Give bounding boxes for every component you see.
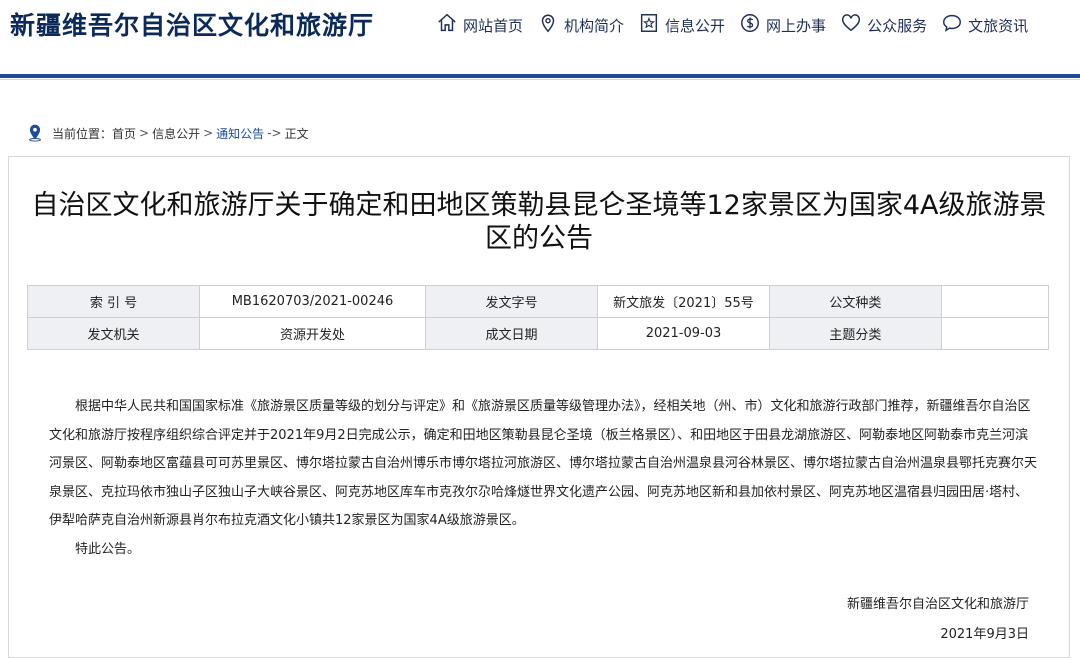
header-divider-thin — [0, 79, 1080, 80]
body-paragraph: 特此公告。 — [75, 541, 141, 557]
body-paragraph: 根据中华人民共和国国家标准《旅游景区质量等级的划分与评定》和《旅游景区质量等级管… — [49, 399, 1038, 528]
meta-key: 索 引 号 — [27, 285, 200, 318]
nav-item-online-service[interactable]: 网上办事 — [739, 12, 826, 38]
table-row: 索 引 号 MB1620703/2021-00246 发文字号 新文旅发〔202… — [27, 285, 1050, 318]
signing-organization: 新疆维吾尔自治区文化和旅游厅 — [846, 597, 1029, 612]
nav-label: 信息公开 — [665, 16, 726, 35]
header-divider — [0, 74, 1080, 78]
breadcrumb-separator: > — [139, 126, 150, 140]
document-meta-table: 索 引 号 MB1620703/2021-00246 发文字号 新文旅发〔202… — [27, 285, 1050, 350]
main-nav: 网站首页 机构简介 信息公开 网上办事 公众服务 文旅资讯 — [436, 10, 1028, 40]
meta-value: MB1620703/2021-00246 — [198, 285, 427, 318]
article-panel: 自治区文化和旅游厅关于确定和田地区策勒县昆仑圣境等12家景区为国家4A级旅游景区… — [8, 156, 1070, 658]
star-document-icon — [638, 12, 660, 38]
nav-label: 网上办事 — [766, 16, 827, 35]
site-header: 新疆维吾尔自治区文化和旅游厅 网站首页 机构简介 信息公开 网上办事 公众服务 … — [0, 0, 1080, 80]
dollar-circle-icon — [739, 12, 761, 38]
nav-label: 网站首页 — [463, 16, 524, 35]
breadcrumb-info[interactable]: 信息公开 — [152, 125, 200, 142]
site-title[interactable]: 新疆维吾尔自治区文化和旅游厅 — [10, 6, 374, 42]
breadcrumb: 当前位置： 首页 > 信息公开 > 通知公告 -> 正文 — [24, 122, 309, 144]
nav-label: 文旅资讯 — [968, 16, 1029, 35]
breadcrumb-notices[interactable]: 通知公告 — [216, 125, 264, 142]
breadcrumb-current: 正文 — [284, 126, 309, 141]
meta-value — [940, 285, 1050, 318]
breadcrumb-separator: -> — [267, 126, 282, 140]
meta-key: 发文字号 — [425, 285, 598, 318]
meta-key: 公文种类 — [768, 285, 942, 318]
breadcrumb-home[interactable]: 首页 — [112, 125, 136, 142]
meta-value: 资源开发处 — [198, 317, 427, 350]
breadcrumb-prefix: 当前位置： — [52, 126, 113, 141]
signing-date: 2021年9月3日 — [940, 627, 1029, 642]
location-pin-icon — [537, 12, 559, 38]
meta-value: 新文旅发〔2021〕55号 — [596, 285, 770, 318]
location-pin-icon — [24, 121, 52, 146]
home-icon — [436, 12, 458, 38]
nav-label: 机构简介 — [564, 16, 625, 35]
meta-key: 发文机关 — [27, 317, 200, 350]
meta-value: 2021-09-03 — [596, 317, 770, 350]
nav-item-news[interactable]: 文旅资讯 — [941, 12, 1028, 38]
nav-item-info[interactable]: 信息公开 — [638, 12, 725, 38]
breadcrumb-separator: > — [203, 126, 214, 140]
article-title: 自治区文化和旅游厅关于确定和田地区策勒县昆仑圣境等12家景区为国家4A级旅游景区… — [31, 190, 1047, 254]
nav-item-public-service[interactable]: 公众服务 — [840, 12, 927, 38]
meta-key: 成文日期 — [425, 317, 598, 350]
nav-item-about[interactable]: 机构简介 — [537, 12, 624, 38]
nav-label: 公众服务 — [867, 16, 928, 35]
nav-item-home[interactable]: 网站首页 — [436, 12, 523, 38]
article-body: 根据中华人民共和国国家标准《旅游景区质量等级的划分与评定》和《旅游景区质量等级管… — [49, 393, 1039, 564]
heart-icon — [840, 12, 862, 38]
chat-bubble-icon — [941, 12, 963, 38]
meta-key: 主题分类 — [768, 317, 942, 350]
table-row: 发文机关 资源开发处 成文日期 2021-09-03 主题分类 — [27, 317, 1050, 350]
meta-value — [940, 317, 1050, 350]
